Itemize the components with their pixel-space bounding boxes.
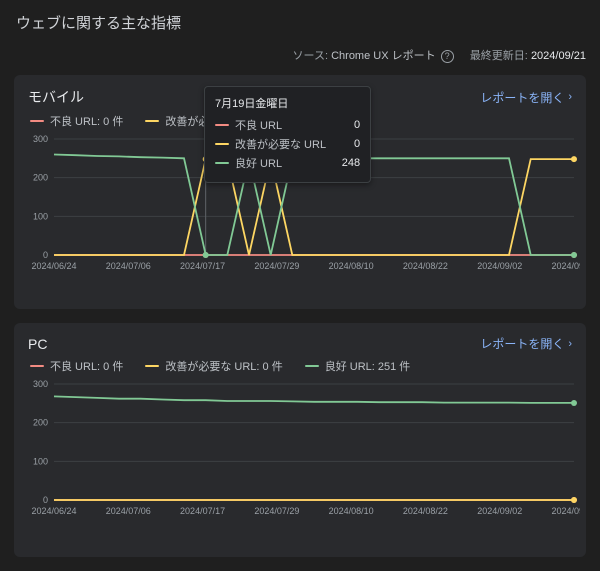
dash-need-icon <box>215 143 229 145</box>
last-update-value: 2024/09/21 <box>531 50 586 62</box>
svg-text:300: 300 <box>33 134 48 144</box>
tooltip-need-label: 改善が必要な URL <box>235 136 326 152</box>
open-report-mobile[interactable]: レポートを開く › <box>480 89 572 106</box>
svg-text:0: 0 <box>43 250 48 260</box>
tooltip-need-value: 0 <box>334 138 360 150</box>
page: ウェブに関する主な指標 ソース: Chrome UX レポート ? 最終更新日:… <box>0 0 600 571</box>
card-title-pc: PC <box>28 336 47 352</box>
open-report-pc[interactable]: レポートを開く › <box>480 335 572 352</box>
dash-good-icon <box>215 162 229 164</box>
legend-bad-text: 不良 URL: 0 件 <box>50 358 123 374</box>
legend-bad: 不良 URL: 0 件 <box>30 358 123 374</box>
legend-good: 良好 URL: 251 件 <box>305 358 411 374</box>
svg-text:100: 100 <box>33 211 48 221</box>
dash-bad-icon <box>30 120 44 122</box>
svg-text:2024/07/17: 2024/07/17 <box>180 261 225 271</box>
legend-bad-text: 不良 URL: 0 件 <box>50 113 123 129</box>
svg-text:2024/08/22: 2024/08/22 <box>403 506 448 516</box>
chart-pc-svg[interactable]: 0 100 200 300 2024/06/24 2024/07/06 2024/07/17… <box>28 378 580 518</box>
source-name[interactable]: Chrome UX レポート <box>331 50 436 62</box>
svg-text:300: 300 <box>33 379 48 389</box>
last-update-label: 最終更新日: <box>470 50 528 62</box>
dash-bad-icon <box>30 365 44 367</box>
dash-need-icon <box>145 365 159 367</box>
legend-pc: 不良 URL: 0 件 改善が必要な URL: 0 件 良好 URL: 251 … <box>30 358 572 374</box>
legend-bad: 不良 URL: 0 件 <box>30 113 123 129</box>
chart-tooltip: 7月19日金曜日 不良 URL 0 改善が必要な URL 0 良好 URL 24… <box>204 86 371 183</box>
chart-pc[interactable]: 0 100 200 300 2024/06/24 2024/07/06 2024/07/17… <box>28 378 572 518</box>
tooltip-bad-value: 0 <box>334 119 360 131</box>
meta-row: ソース: Chrome UX レポート ? 最終更新日: 2024/09/21 <box>14 47 586 63</box>
svg-text:2024/07/06: 2024/07/06 <box>106 506 151 516</box>
svg-text:2024/08/10: 2024/08/10 <box>329 506 374 516</box>
svg-text:2024/07/06: 2024/07/06 <box>106 261 151 271</box>
legend-need-text: 改善が必要な URL: 0 件 <box>165 358 282 374</box>
svg-text:2024/09/02: 2024/09/02 <box>477 261 522 271</box>
svg-text:2024/07/29: 2024/07/29 <box>254 261 299 271</box>
svg-text:2024/06/24: 2024/06/24 <box>31 506 76 516</box>
dash-good-icon <box>305 365 319 367</box>
open-report-label: レポートを開く <box>480 89 564 106</box>
dash-bad-icon <box>215 124 229 126</box>
svg-text:2024/08/22: 2024/08/22 <box>403 261 448 271</box>
svg-text:2024/09/14: 2024/09/14 <box>551 506 580 516</box>
svg-text:2024/07/17: 2024/07/17 <box>180 506 225 516</box>
svg-text:0: 0 <box>43 495 48 505</box>
svg-text:2024/09/02: 2024/09/02 <box>477 506 522 516</box>
open-report-label: レポートを開く <box>480 335 564 352</box>
svg-text:2024/09/14: 2024/09/14 <box>551 261 580 271</box>
svg-text:100: 100 <box>33 456 48 466</box>
svg-text:200: 200 <box>33 418 48 428</box>
svg-text:2024/07/29: 2024/07/29 <box>254 506 299 516</box>
svg-text:2024/06/24: 2024/06/24 <box>31 261 76 271</box>
card-pc: PC レポートを開く › 不良 URL: 0 件 改善が必要な URL: 0 件… <box>14 323 586 557</box>
card-title-mobile: モバイル <box>28 87 84 107</box>
tooltip-good-value: 248 <box>334 157 360 169</box>
legend-good-text: 良好 URL: 251 件 <box>325 358 411 374</box>
source-prefix: ソース: <box>293 50 329 62</box>
tooltip-date: 7月19日金曜日 <box>215 95 360 111</box>
chevron-right-icon: › <box>568 91 572 103</box>
svg-text:2024/08/10: 2024/08/10 <box>329 261 374 271</box>
help-icon[interactable]: ? <box>441 50 454 63</box>
svg-text:200: 200 <box>33 173 48 183</box>
legend-need: 改善が必要な URL: 0 件 <box>145 358 282 374</box>
page-title: ウェブに関する主な指標 <box>16 12 586 33</box>
tooltip-bad-label: 不良 URL <box>235 117 282 133</box>
tooltip-good-label: 良好 URL <box>235 155 282 171</box>
chevron-right-icon: › <box>568 338 572 350</box>
dash-need-icon <box>145 120 159 122</box>
